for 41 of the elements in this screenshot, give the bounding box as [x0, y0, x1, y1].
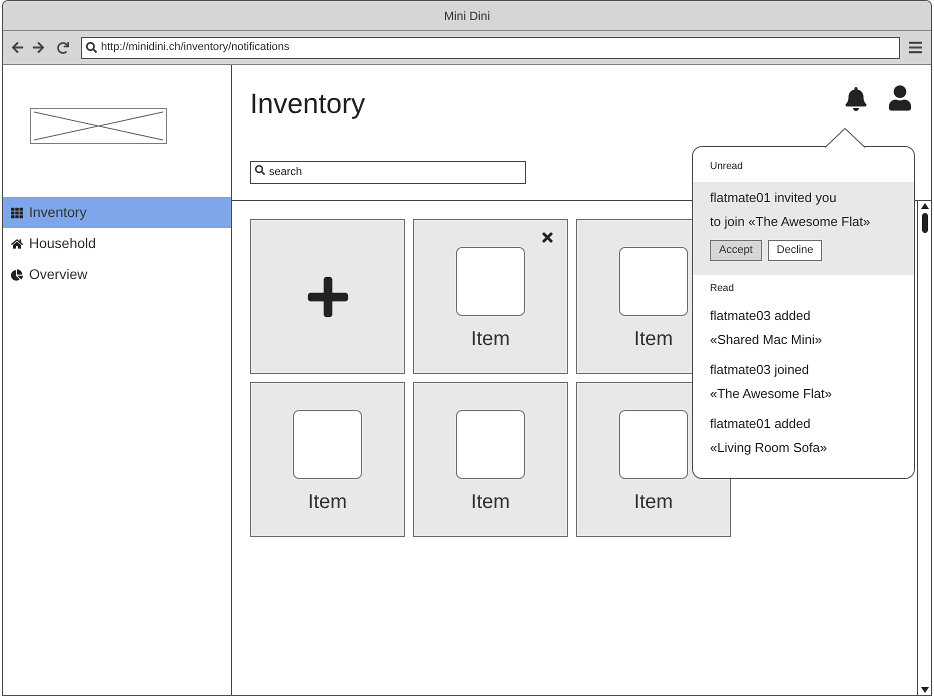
section-heading: Unread	[709, 160, 744, 174]
item-label: Item	[471, 490, 510, 515]
image-placeholder	[293, 410, 362, 479]
pie-chart-icon	[11, 268, 23, 280]
forward-icon[interactable]	[32, 41, 45, 54]
page-title: Inventory	[250, 87, 366, 121]
grid-icon	[11, 206, 23, 218]
search-field[interactable]: search	[250, 160, 526, 184]
item-label: Item	[634, 490, 673, 515]
add-item-tile[interactable]	[250, 219, 405, 374]
sidebar-item[interactable]: Overview	[3, 259, 231, 290]
user-icon[interactable]	[889, 85, 911, 111]
scroll-down-icon[interactable]	[920, 687, 928, 693]
item-tile[interactable]: Item	[413, 219, 568, 374]
item-label: Item	[308, 490, 347, 515]
url-text: http://minidini.ch/inventory/notifications	[101, 40, 290, 56]
scroll-thumb[interactable]	[922, 213, 928, 233]
address-field[interactable]: http://minidini.ch/inventory/notifications	[81, 36, 900, 58]
sidebar-item[interactable]: Inventory	[3, 197, 231, 228]
bell-icon[interactable]	[845, 87, 867, 111]
item-label: Item	[471, 327, 510, 352]
menu-icon[interactable]	[908, 40, 923, 55]
window-title: Mini Dini	[444, 8, 490, 24]
item-label: Item	[634, 327, 673, 352]
home-icon	[11, 238, 23, 250]
close-icon[interactable]	[540, 230, 555, 245]
item-tile[interactable]: Item	[413, 382, 568, 537]
accept-button[interactable]: Accept	[710, 240, 762, 261]
image-placeholder	[456, 247, 525, 316]
search-icon	[255, 165, 265, 175]
scrollbar[interactable]	[917, 201, 931, 695]
search-icon	[86, 42, 97, 53]
item-tile[interactable]: Item	[250, 382, 405, 537]
back-icon[interactable]	[11, 41, 24, 54]
scroll-up-icon[interactable]	[920, 203, 928, 209]
sidebar-item[interactable]: Household	[3, 228, 231, 259]
image-placeholder	[619, 247, 688, 316]
image-placeholder	[619, 410, 688, 479]
decline-button[interactable]: Decline	[768, 240, 822, 261]
reload-icon[interactable]	[57, 42, 69, 54]
image-placeholder	[456, 410, 525, 479]
